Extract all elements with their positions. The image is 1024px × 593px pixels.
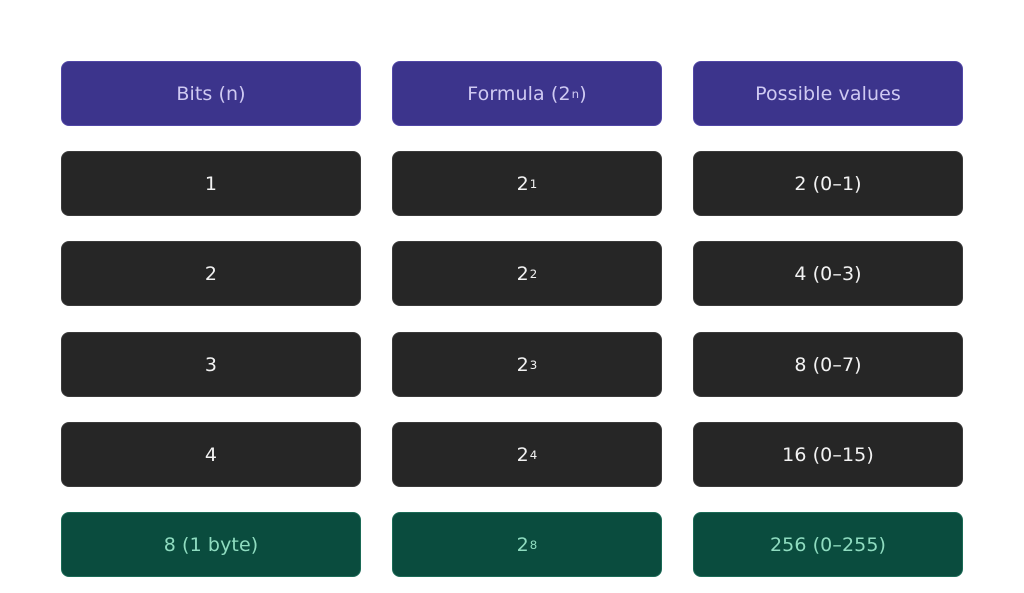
bits-value: 3: [204, 353, 218, 376]
bits-value: 4: [204, 443, 218, 466]
row-5-values: 256 (0–255): [693, 512, 963, 577]
possible-values: 8 (0–7): [794, 353, 862, 376]
row-1-values: 2 (0–1): [693, 151, 963, 216]
header-bits: Bits (n): [61, 61, 361, 126]
formula-base: 2: [516, 172, 529, 195]
bits-value: 8 (1 byte): [163, 533, 259, 556]
row-2-formula: 22: [392, 241, 662, 306]
bits-values-table: Bits (n) Formula (2 n) Possible values 1 …: [0, 0, 1024, 593]
row-3-values: 8 (0–7): [693, 332, 963, 397]
row-3-bits: 3: [61, 332, 361, 397]
row-4-formula: 24: [392, 422, 662, 487]
formula-base: 2: [516, 353, 529, 376]
formula-base: 2: [516, 262, 529, 285]
row-4-bits: 4: [61, 422, 361, 487]
header-possible-values-label: Possible values: [755, 82, 901, 105]
header-formula-suffix: ): [579, 82, 587, 105]
row-1-formula: 21: [392, 151, 662, 216]
possible-values: 256 (0–255): [769, 533, 887, 556]
formula-base: 2: [516, 443, 529, 466]
row-1-bits: 1: [61, 151, 361, 216]
header-bits-label: Bits (n): [176, 82, 246, 105]
row-4-values: 16 (0–15): [693, 422, 963, 487]
header-formula: Formula (2 n): [392, 61, 662, 126]
header-possible-values: Possible values: [693, 61, 963, 126]
row-2-bits: 2: [61, 241, 361, 306]
row-5-bits: 8 (1 byte): [61, 512, 361, 577]
bits-value: 1: [204, 172, 218, 195]
possible-values: 16 (0–15): [782, 443, 874, 466]
possible-values: 2 (0–1): [794, 172, 862, 195]
header-formula-label: Formula (2: [467, 82, 571, 105]
row-2-values: 4 (0–3): [693, 241, 963, 306]
row-5-formula: 28: [392, 512, 662, 577]
formula-base: 2: [516, 533, 529, 556]
possible-values: 4 (0–3): [794, 262, 862, 285]
row-3-formula: 23: [392, 332, 662, 397]
bits-value: 2: [204, 262, 218, 285]
